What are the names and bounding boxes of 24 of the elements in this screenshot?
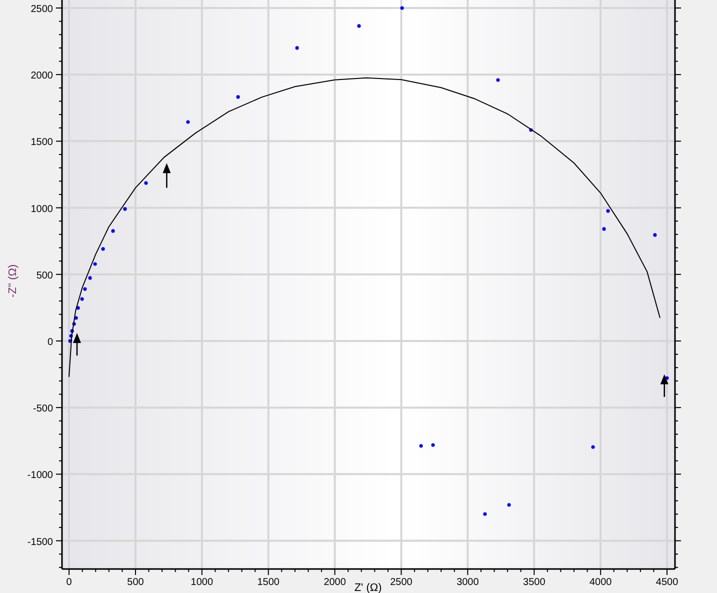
tick-label: 500 xyxy=(127,577,144,588)
tick-label: 2000 xyxy=(30,70,53,82)
tick-label: -1500 xyxy=(27,536,53,548)
tick-label: 3000 xyxy=(456,577,479,588)
tick-label: 0 xyxy=(47,336,53,348)
tick-label: 0 xyxy=(66,577,72,588)
tick-label: 500 xyxy=(36,270,53,282)
tick-label: -500 xyxy=(32,404,53,415)
tick-label: 1500 xyxy=(30,137,53,148)
tick-label: 2500 xyxy=(390,577,412,588)
tick-label: 4000 xyxy=(589,577,612,588)
arrow-drawing xyxy=(73,332,82,356)
tick-label: 4500 xyxy=(656,577,678,588)
tick-label: 2500 xyxy=(30,4,53,15)
arrow-drawing xyxy=(162,163,171,188)
tick-label: -1000 xyxy=(27,470,53,482)
tick-label: 1500 xyxy=(257,577,280,588)
tick-label: 3500 xyxy=(523,577,546,588)
x-axis-title: Z' (Ω) xyxy=(354,582,382,593)
y-axis-title: -Z'' (Ω) xyxy=(7,264,19,298)
tick-label: 1000 xyxy=(30,204,53,215)
arrow-drawing xyxy=(660,374,668,397)
tick-label: 2000 xyxy=(324,577,346,588)
tick-label: 1000 xyxy=(190,577,214,588)
